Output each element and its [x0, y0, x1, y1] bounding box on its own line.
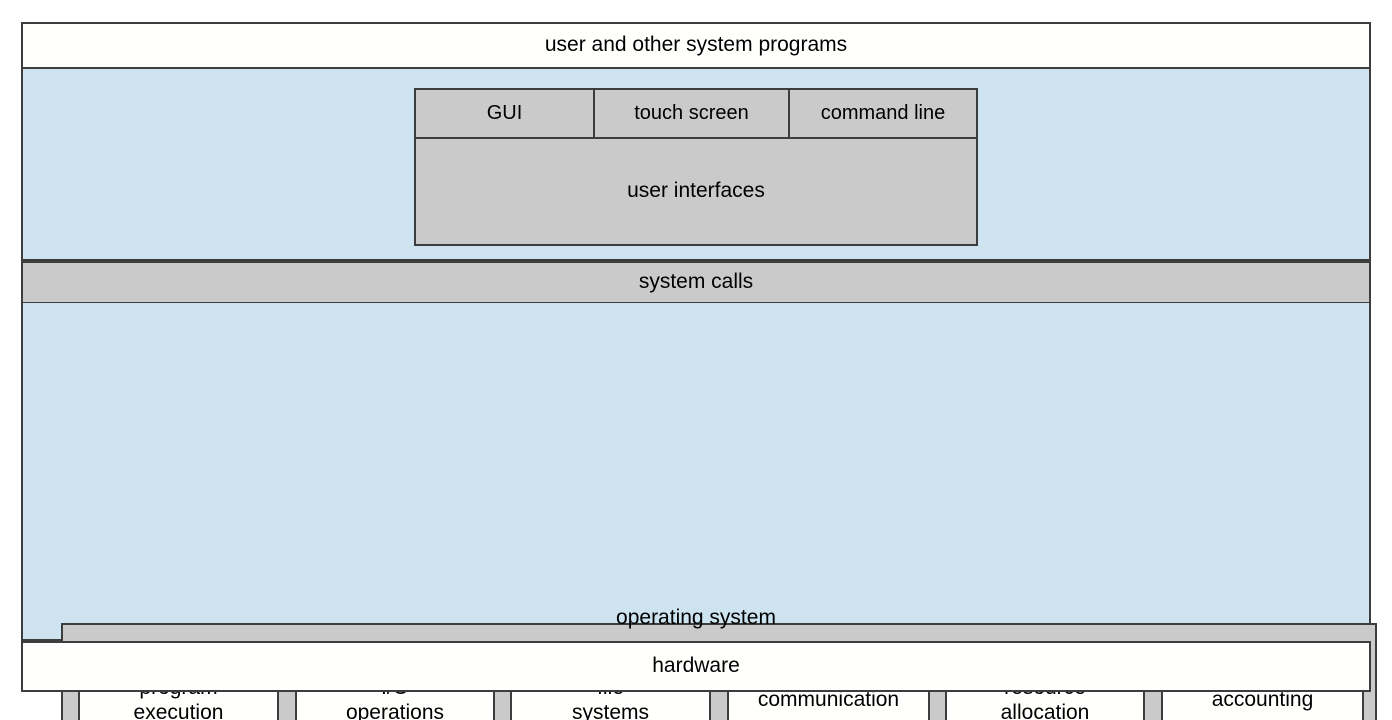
- layer-user-programs: user and other system programs: [21, 22, 1371, 69]
- ui-option-gui[interactable]: GUI: [414, 88, 595, 139]
- ui-option-gui-label: GUI: [486, 101, 523, 124]
- ui-option-touch-screen[interactable]: touch screen: [593, 88, 790, 139]
- user-interfaces-group-label: user interfaces: [627, 179, 765, 203]
- layer-operating-system: program execution I/O operations file sy…: [21, 303, 1377, 720]
- ui-option-touch-screen-label: touch screen: [634, 101, 749, 124]
- user-interfaces-cluster: GUI touch screen command line user inter…: [414, 88, 978, 246]
- layer-system-calls-label: system calls: [638, 270, 754, 294]
- user-interfaces-group: user interfaces: [414, 137, 978, 246]
- line-2: operations: [345, 700, 445, 720]
- layer-system-calls: system calls: [21, 261, 1371, 304]
- layer-hardware: hardware: [21, 641, 1371, 692]
- layer-operating-system-label: operating system: [616, 606, 776, 630]
- ui-option-command-line-label: command line: [820, 101, 946, 124]
- line-2: allocation: [1000, 700, 1090, 720]
- line-2: systems: [571, 700, 649, 720]
- layer-user-programs-label: user and other system programs: [544, 33, 848, 57]
- diagram-canvas: user and other system programs GUI touch…: [0, 0, 1392, 720]
- line-2: execution: [133, 700, 224, 720]
- layer-hardware-label: hardware: [652, 654, 740, 678]
- ui-option-command-line[interactable]: command line: [788, 88, 978, 139]
